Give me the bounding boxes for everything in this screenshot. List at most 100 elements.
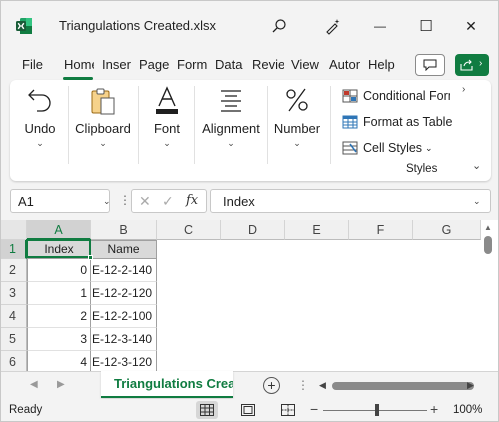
page-break-icon <box>281 404 295 416</box>
number-group[interactable]: Number ⌄ <box>272 80 322 181</box>
table-cell-index[interactable]: 4 <box>27 351 91 371</box>
name-box-value: A1 <box>18 194 34 209</box>
tab-page-layout[interactable]: Page <box>139 57 169 72</box>
column-header[interactable]: C <box>157 220 221 240</box>
table-cell-index[interactable]: 3 <box>27 328 91 351</box>
share-button[interactable] <box>455 54 489 76</box>
tab-data[interactable]: Data <box>215 57 244 72</box>
tab-review[interactable]: Review <box>252 57 284 72</box>
chevron-down-icon: ⌄ <box>163 138 171 148</box>
row-header[interactable]: 5 <box>1 328 27 351</box>
ribbon-scroll-right-icon[interactable]: › <box>462 84 465 95</box>
ribbon-divider <box>68 86 69 164</box>
ribbon-expand-icon[interactable]: ⌄ <box>472 159 481 172</box>
column-header[interactable]: B <box>91 220 157 240</box>
undo-group[interactable]: Undo ⌄ <box>16 80 64 181</box>
chevron-down-icon: ⌄ <box>293 138 301 148</box>
cell-styles-button[interactable]: Cell Styles ⌄ <box>342 138 442 158</box>
spreadsheet-grid[interactable]: A B C D E F G 1 2 3 4 5 6 Index Name 0 E… <box>1 220 498 371</box>
tab-insert[interactable]: Insert <box>102 57 131 72</box>
chevron-down-icon: ⌄ <box>103 196 111 206</box>
tab-automate[interactable]: Automate <box>329 57 360 72</box>
zoom-out-button[interactable]: − <box>310 401 318 417</box>
styles-group-label: Styles <box>406 163 438 175</box>
cell-styles-icon <box>342 141 358 155</box>
table-cell-name[interactable]: E-12-3-120 <box>91 351 157 371</box>
tab-help[interactable]: Help <box>368 57 398 72</box>
sheet-tab[interactable]: Triangulations Created <box>101 371 233 398</box>
insert-function-icon[interactable]: fx <box>186 193 198 208</box>
tab-view[interactable]: View <box>291 57 321 72</box>
scroll-right-icon[interactable]: ▶ <box>467 380 474 391</box>
conditional-formatting-button[interactable]: Conditional Formatting <box>342 86 450 106</box>
table-cell-name[interactable]: E-12-2-120 <box>91 282 157 305</box>
scroll-left-icon[interactable]: ◀ <box>319 380 326 391</box>
table-cell-index[interactable]: 2 <box>27 305 91 328</box>
undo-label: Undo <box>24 121 56 136</box>
column-header[interactable]: D <box>221 220 285 240</box>
conditional-formatting-icon <box>342 89 358 103</box>
column-header[interactable]: E <box>285 220 349 240</box>
column-header[interactable]: G <box>413 220 481 240</box>
formula-actions: ✕ ✓ fx <box>131 189 207 213</box>
share-icon <box>460 59 473 71</box>
zoom-level[interactable]: 100% <box>453 404 482 416</box>
format-as-table-button[interactable]: Format as Table ⌄ <box>342 112 454 132</box>
font-group[interactable]: Font ⌄ <box>144 80 190 181</box>
zoom-in-button[interactable]: + <box>430 401 438 417</box>
row-header[interactable]: 6 <box>1 351 27 371</box>
close-button[interactable]: ✕ <box>456 11 486 41</box>
designer-button[interactable] <box>318 11 348 41</box>
table-cell-index[interactable]: 0 <box>27 259 91 282</box>
add-sheet-button[interactable]: + <box>263 377 280 394</box>
next-sheet-icon[interactable]: ▶ <box>57 379 65 390</box>
maximize-button[interactable]: ☐ <box>411 11 441 41</box>
more-icon: ⋮ <box>119 193 131 207</box>
font-label: Font <box>153 121 180 136</box>
alignment-group[interactable]: Alignment ⌄ <box>198 80 264 181</box>
table-cell-name[interactable]: E-12-3-140 <box>91 328 157 351</box>
row-header[interactable]: 1 <box>1 240 27 259</box>
table-cell-name[interactable]: E-12-2-140 <box>91 259 157 282</box>
ribbon-divider <box>194 86 195 164</box>
comment-icon <box>423 59 437 71</box>
tab-home[interactable]: Home <box>64 57 94 72</box>
page-break-view-button[interactable] <box>277 401 299 419</box>
page-layout-icon <box>241 404 255 416</box>
wand-icon <box>326 19 340 35</box>
row-header[interactable]: 4 <box>1 305 27 328</box>
column-header[interactable]: A <box>27 220 91 240</box>
alignment-label: Alignment <box>202 121 260 136</box>
cancel-icon[interactable]: ✕ <box>139 193 151 210</box>
scroll-up-icon[interactable]: ▲ <box>484 223 492 232</box>
horizontal-scroll-thumb[interactable] <box>332 382 474 390</box>
sheet-tab-bar: ◀ ▶ Triangulations Created + ⋮ ◀ ▶ <box>1 371 498 399</box>
row-header[interactable]: 2 <box>1 259 27 282</box>
minimize-button[interactable]: — <box>365 11 395 41</box>
name-box[interactable]: A1 ⌄ <box>10 189 111 213</box>
page-layout-view-button[interactable] <box>237 401 259 419</box>
table-cell-index[interactable]: 1 <box>27 282 91 305</box>
fill-handle[interactable] <box>88 255 93 260</box>
ribbon-divider <box>267 86 268 164</box>
select-all-button[interactable] <box>1 220 27 240</box>
cell-b1[interactable]: Name <box>90 240 157 259</box>
more-icon: ⋮ <box>297 378 309 392</box>
formula-input[interactable]: Index ⌄ <box>210 189 491 213</box>
prev-sheet-icon[interactable]: ◀ <box>30 379 38 390</box>
vertical-scroll-thumb[interactable] <box>484 236 492 254</box>
cell-styles-label: Cell Styles <box>363 141 423 155</box>
normal-view-button[interactable] <box>196 401 218 419</box>
close-icon: ✕ <box>465 17 477 34</box>
tab-file[interactable]: File <box>22 57 46 72</box>
chevron-down-icon: ⌄ <box>99 138 107 148</box>
search-button[interactable] <box>264 11 294 41</box>
table-cell-name[interactable]: E-12-2-100 <box>91 305 157 328</box>
comments-button[interactable] <box>415 54 445 76</box>
row-header[interactable]: 3 <box>1 282 27 305</box>
tab-formulas[interactable]: Formulas <box>177 57 208 72</box>
confirm-icon[interactable]: ✓ <box>162 193 174 210</box>
zoom-slider-thumb[interactable] <box>375 404 379 416</box>
clipboard-group[interactable]: Clipboard ⌄ <box>72 80 134 181</box>
column-header[interactable]: F <box>349 220 413 240</box>
